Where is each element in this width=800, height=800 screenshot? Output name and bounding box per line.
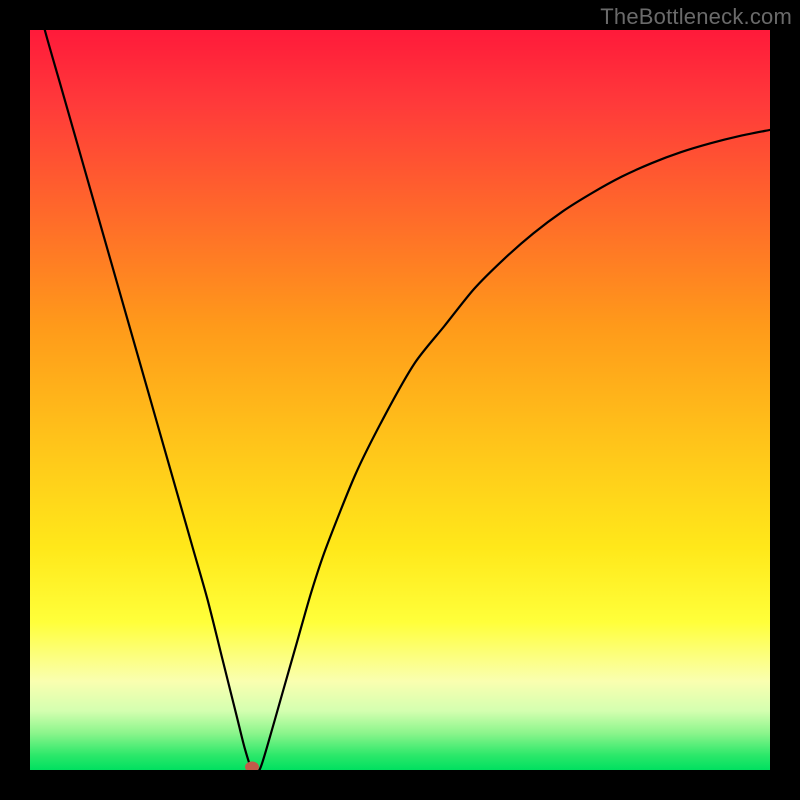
watermark-text: TheBottleneck.com [600, 4, 792, 30]
curve-svg [30, 30, 770, 770]
plot-area [30, 30, 770, 770]
chart-frame: TheBottleneck.com [0, 0, 800, 800]
minimum-marker [245, 762, 259, 771]
bottleneck-curve [30, 30, 770, 770]
